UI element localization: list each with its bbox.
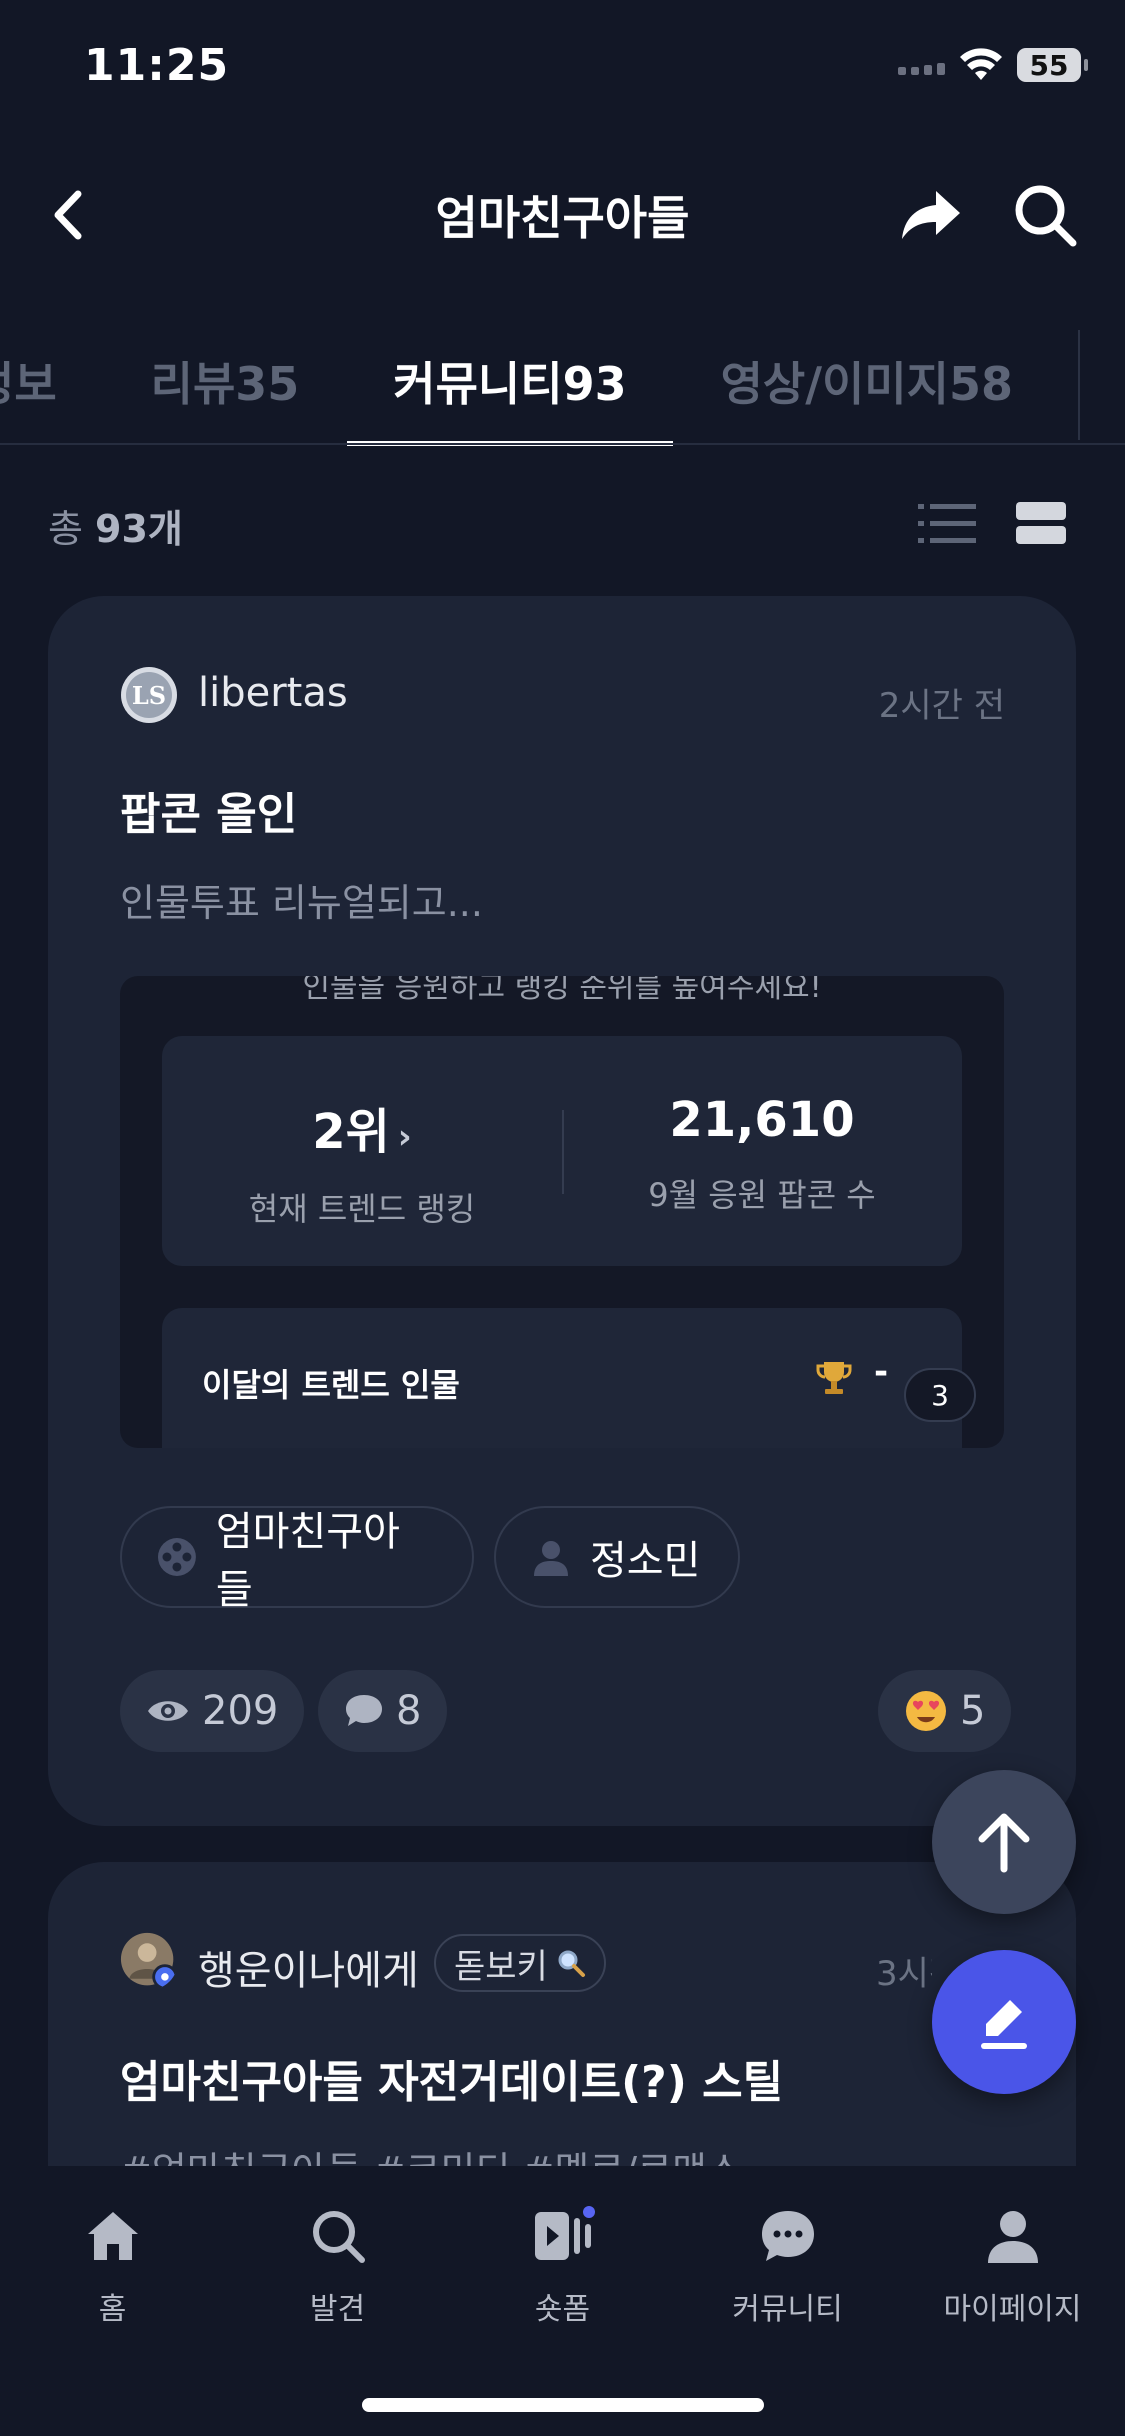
nav-mypage[interactable]: 마이페이지 <box>900 2196 1125 2328</box>
home-indicator[interactable] <box>362 2398 764 2412</box>
nav-community[interactable]: 커뮤니티 <box>675 2196 900 2328</box>
eye-icon <box>148 1701 188 1721</box>
community-icon <box>761 2211 814 2261</box>
svg-text:LS: LS <box>132 681 166 710</box>
person-icon <box>534 1541 568 1576</box>
nav-community-label: 커뮤니티 <box>732 2292 843 2327</box>
tab-community[interactable]: 커뮤니티93 <box>347 340 673 446</box>
share-button[interactable] <box>896 185 966 245</box>
scroll-to-top-button[interactable] <box>932 1770 1076 1914</box>
post-time: 2시간 전 <box>878 686 1005 726</box>
nav-discover-label: 발견 <box>309 2292 366 2327</box>
reaction-count-value: 5 <box>960 1688 986 1734</box>
count-prefix: 총 <box>48 507 96 551</box>
author-avatar: LS <box>121 667 177 723</box>
status-time: 11:25 <box>84 40 230 91</box>
bottom-navigation: 홈 발견 숏폼 커뮤니티 마이페이지 <box>0 2166 1125 2436</box>
nav-discover[interactable]: 발견 <box>225 2196 450 2328</box>
tab-reviews[interactable]: 리뷰35 <box>151 340 300 446</box>
ranking-stat: 2위 › 현재 트렌드 랭킹 <box>162 1036 562 1266</box>
tag-label: 엄마친구아들 <box>215 1509 400 1613</box>
post-title[interactable]: 팝콘 올인 <box>120 778 297 842</box>
nav-home[interactable]: 홈 <box>0 2196 225 2328</box>
post-title[interactable]: 엄마친구아들 자전거데이트(?) 스틸 <box>120 2046 783 2110</box>
trophy-icon <box>816 1362 852 1394</box>
nav-mypage-label: 마이페이지 <box>943 2292 1082 2327</box>
tag-chip-drama[interactable]: 엄마친구아들 <box>120 1506 474 1613</box>
tabs-divider <box>0 443 1125 445</box>
post-preview: 인물투표 리뉴얼되고... <box>120 881 483 925</box>
view-count: 209 <box>120 1670 305 1752</box>
count-value: 93개 <box>95 507 183 551</box>
user-badge: 돋보키 <box>434 1934 606 1992</box>
trend-person-row: 이달의 트렌드 인물 - <box>162 1308 962 1448</box>
share-arrow-icon <box>902 191 960 239</box>
chevron-right-icon: › <box>397 1117 412 1157</box>
comment-icon <box>346 1695 382 1726</box>
post-preview: #엄마친구아들 #코미디 #멜로/로맨스 <box>120 2140 742 2166</box>
search-icon <box>312 2211 365 2263</box>
popcorn-stat: 21,610 9월 응원 팝콘 수 <box>562 1036 962 1266</box>
nav-home-label: 홈 <box>98 2292 127 2327</box>
film-reel-icon <box>157 1538 196 1576</box>
arrow-up-icon <box>978 1813 1030 1873</box>
tabs-edge <box>1078 330 1080 440</box>
list-view-icon <box>918 504 976 543</box>
post-image[interactable]: 인물을 응원하고 랭킹 순위를 높여주세요! 2위 › 현재 트렌드 랭킹 21,… <box>120 976 1004 1448</box>
image-caption: 인물을 응원하고 랭킹 순위를 높여주세요! <box>302 976 822 1005</box>
badge-label: 돋보키 <box>454 1946 548 1987</box>
tab-bar: 정보 리뷰35 커뮤니티93 영상/이미지58 <box>0 340 1075 446</box>
tag-chip-person[interactable]: 정소민 <box>494 1506 740 1608</box>
comment-count-value: 8 <box>396 1688 422 1734</box>
card-view-icon <box>1016 502 1066 544</box>
battery-icon: 55 <box>1017 48 1088 82</box>
home-icon <box>87 2212 138 2260</box>
status-indicators: 55 <box>898 48 1088 82</box>
profile-icon <box>987 2211 1038 2263</box>
search-button[interactable] <box>1010 180 1080 250</box>
write-post-button[interactable] <box>932 1950 1076 2094</box>
tab-info[interactable]: 정보 <box>0 340 57 446</box>
ranking-label: 현재 트렌드 랭킹 <box>248 1190 476 1228</box>
card-view-toggle[interactable] <box>1016 502 1066 546</box>
comment-count[interactable]: 8 <box>318 1670 448 1752</box>
pencil-icon <box>981 2000 1027 2049</box>
image-count-badge: 3 <box>904 1368 976 1422</box>
cellular-signal-icon <box>898 55 945 75</box>
search-icon <box>1015 185 1077 247</box>
tag-label: 정소민 <box>590 1538 701 1584</box>
post-time: 3시간 전 <box>876 1954 932 1994</box>
wifi-icon <box>960 48 1002 80</box>
shortform-icon <box>534 2206 595 2260</box>
author-name[interactable]: libertas <box>198 670 348 716</box>
list-view-toggle[interactable] <box>918 502 976 546</box>
heart-eyes-emoji-icon <box>906 1691 946 1731</box>
reaction-count[interactable]: 5 <box>878 1670 1012 1752</box>
nav-shortform-label: 숏폼 <box>534 2292 591 2327</box>
nav-shortform[interactable]: 숏폼 <box>450 2196 675 2328</box>
popcorn-value: 21,610 <box>669 1092 855 1148</box>
author-avatar <box>120 1932 178 1990</box>
magnifier-icon <box>558 1950 585 1977</box>
trend-label: 이달의 트렌드 인물 <box>202 1366 460 1404</box>
ranking-value: 2위 › <box>312 1104 412 1160</box>
post-count: 총 93개 <box>48 498 183 553</box>
trend-dash: - <box>874 1352 889 1392</box>
tab-media[interactable]: 영상/이미지58 <box>721 340 1013 446</box>
popcorn-label: 9월 응원 팝콘 수 <box>648 1176 876 1214</box>
view-count-value: 209 <box>202 1688 279 1734</box>
author-name[interactable]: 행운이나에게 <box>198 1938 419 1996</box>
ranking-stats: 2위 › 현재 트렌드 랭킹 21,610 9월 응원 팝콘 수 <box>162 1036 962 1266</box>
